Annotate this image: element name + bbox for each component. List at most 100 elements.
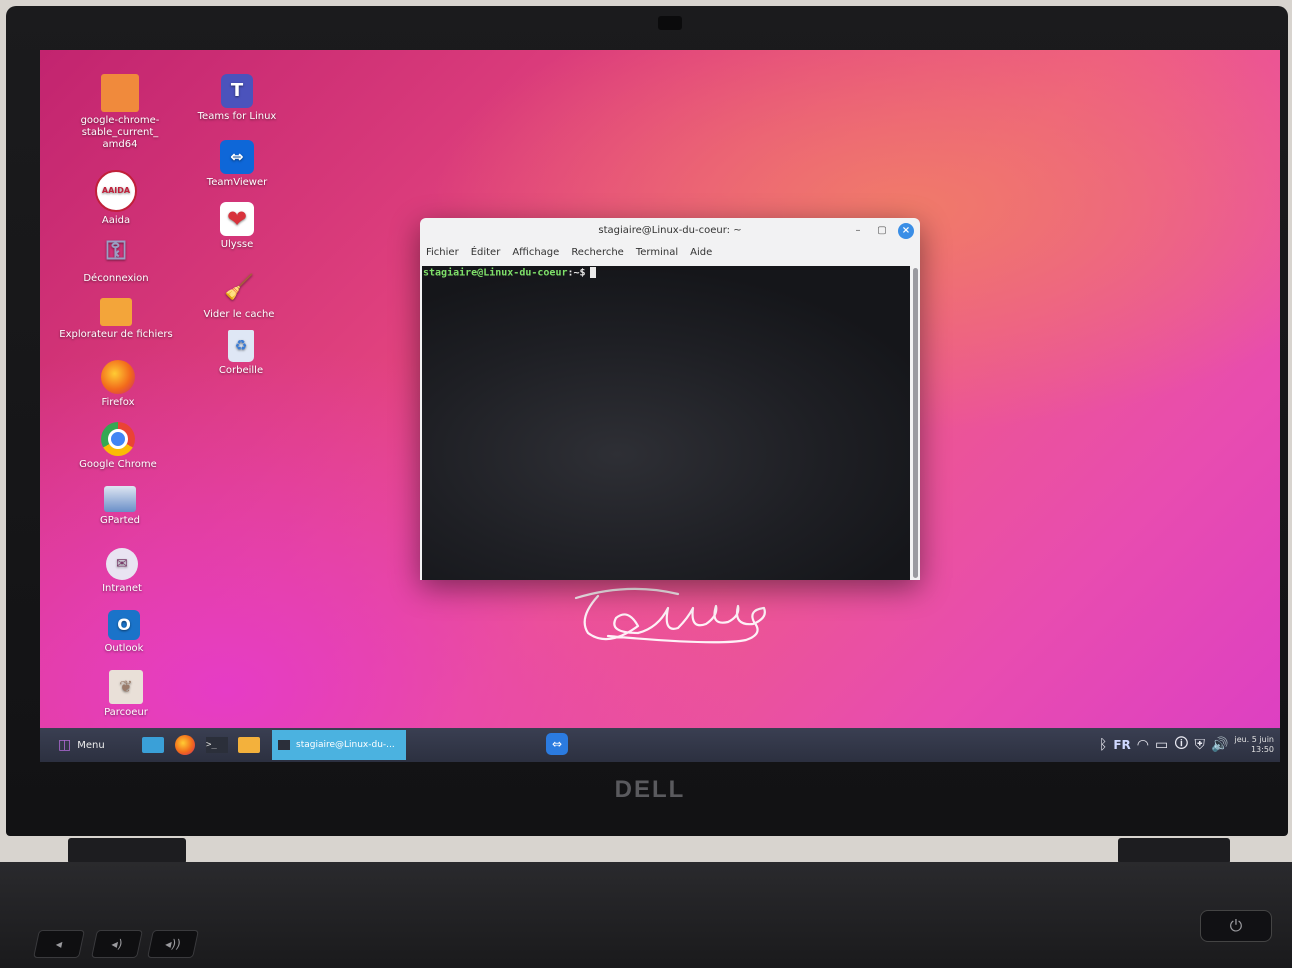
bluetooth-icon[interactable]: ᛒ bbox=[1099, 737, 1107, 753]
terminal-icon: >_ bbox=[206, 737, 228, 753]
volume-icon[interactable]: 🔊 bbox=[1211, 737, 1228, 753]
taskbar-window-label: stagiaire@Linux-du-... bbox=[296, 740, 395, 750]
close-icon[interactable]: × bbox=[898, 223, 914, 239]
files-launcher[interactable] bbox=[236, 733, 262, 757]
shield-icon[interactable]: ⛨ bbox=[1195, 737, 1206, 753]
terminal-titlebar[interactable]: stagiaire@Linux-du-coeur: ~ – ▢ × bbox=[420, 218, 920, 244]
firefox-icon bbox=[101, 360, 135, 394]
window-title: stagiaire@Linux-du-coeur: ~ bbox=[598, 225, 742, 236]
teamviewer-tray-icon[interactable]: ⇔ bbox=[546, 733, 568, 755]
keyboard-layout-indicator[interactable]: FR bbox=[1113, 738, 1130, 752]
file-manager-icon bbox=[100, 298, 132, 326]
folder-icon bbox=[238, 737, 260, 753]
teams-icon: T bbox=[221, 74, 253, 108]
icon-label: Firefox bbox=[101, 397, 135, 408]
icon-label: TeamViewer bbox=[206, 177, 268, 188]
keys-icon: ⚿ bbox=[106, 236, 126, 266]
clock[interactable]: jeu. 5 juin 13:50 bbox=[1234, 735, 1274, 755]
desktop-icon-file-explorer[interactable]: Explorateur de fichiers bbox=[56, 298, 176, 341]
system-tray: ᛒ FR ◠ ▭ 🛈 ⛨ 🔊 jeu. 5 juin 13:50 bbox=[1099, 728, 1274, 762]
terminal-menubar: Fichier Éditer Affichage Recherche Termi… bbox=[420, 244, 920, 262]
icon-label: Google Chrome bbox=[79, 459, 157, 470]
desktop-icon-vider-cache[interactable]: 🧹 Vider le cache bbox=[179, 268, 299, 321]
right-hinge bbox=[1118, 838, 1230, 864]
volume-up-key[interactable]: ◂)) bbox=[147, 930, 199, 958]
taskbar: ◫ Menu >_ stagiaire@Linux-du-... ⇔ ᛒ FR … bbox=[40, 728, 1280, 762]
desktop-icon-teamviewer[interactable]: ⇔ TeamViewer bbox=[177, 140, 297, 189]
desktop-icon-deconnexion[interactable]: ⚿ Déconnexion bbox=[56, 232, 176, 285]
desktop-icon-ulysse[interactable]: ❤ Ulysse bbox=[177, 202, 297, 251]
wifi-icon[interactable]: ◠ bbox=[1137, 737, 1149, 753]
firefox-icon bbox=[175, 735, 195, 755]
prompt-suffix: :~$ bbox=[567, 267, 586, 279]
scrollbar[interactable] bbox=[913, 268, 918, 578]
show-desktop-launcher[interactable] bbox=[140, 733, 166, 757]
menu-fichier[interactable]: Fichier bbox=[426, 244, 459, 262]
prompt-user: stagiaire@Linux-du-coeur bbox=[423, 267, 568, 279]
menu-label: Menu bbox=[77, 739, 105, 751]
icon-label: Vider le cache bbox=[203, 309, 275, 320]
menu-editer[interactable]: Éditer bbox=[471, 244, 501, 262]
update-manager-icon[interactable]: 🛈 bbox=[1174, 733, 1188, 757]
desktop-icon-google-chrome[interactable]: Google Chrome bbox=[58, 422, 178, 471]
desktop-icon-teams[interactable]: T Teams for Linux bbox=[177, 74, 297, 123]
icon-label: GParted bbox=[100, 515, 140, 526]
maximize-icon[interactable]: ▢ bbox=[874, 223, 890, 239]
menu-terminal[interactable]: Terminal bbox=[636, 244, 678, 262]
desktop-icon bbox=[142, 737, 164, 753]
desktop-icon-firefox[interactable]: Firefox bbox=[58, 360, 178, 409]
mute-key[interactable]: ◂ bbox=[33, 930, 85, 958]
menu-recherche[interactable]: Recherche bbox=[571, 244, 624, 262]
desktop-icon-corbeille[interactable]: ♻ Corbeille bbox=[181, 330, 301, 377]
icon-label: Intranet bbox=[102, 583, 142, 594]
trash-icon: ♻ bbox=[228, 330, 254, 362]
icon-label: Corbeille bbox=[218, 365, 264, 376]
taskbar-window-terminal[interactable]: stagiaire@Linux-du-... bbox=[272, 730, 406, 760]
menu-icon: ◫ bbox=[58, 737, 72, 753]
icon-label: Parcoeur bbox=[104, 707, 148, 718]
firefox-launcher[interactable] bbox=[172, 733, 198, 757]
wallpaper-signature bbox=[574, 587, 766, 644]
icon-label: Teams for Linux bbox=[197, 111, 277, 122]
desktop-icon-parcoeur[interactable]: ❦ Parcoeur bbox=[66, 670, 186, 719]
menu-aide[interactable]: Aide bbox=[690, 244, 712, 262]
icon-label: Ulysse bbox=[220, 239, 254, 250]
ulysse-icon: ❤ bbox=[220, 202, 254, 236]
icon-label: google-chrome-stable_current_amd64 bbox=[80, 115, 160, 150]
intranet-icon: ✉ bbox=[106, 548, 138, 580]
desktop-icon-intranet[interactable]: ✉ Intranet bbox=[62, 548, 182, 595]
text-cursor bbox=[589, 267, 596, 278]
gparted-icon bbox=[104, 486, 136, 512]
icon-label: Explorateur de fichiers bbox=[59, 329, 173, 340]
desktop-icon-chrome-installer[interactable]: google-chrome-stable_current_amd64 bbox=[60, 74, 180, 151]
broom-icon: 🧹 bbox=[224, 273, 254, 301]
laptop-lid: google-chrome-stable_current_amd64 AAIDA… bbox=[6, 6, 1288, 836]
dell-logo: DELL bbox=[614, 776, 686, 803]
terminal-output[interactable]: stagiaire@Linux-du-coeur:~$ bbox=[422, 266, 910, 580]
menu-affichage[interactable]: Affichage bbox=[512, 244, 559, 262]
desktop-icon-outlook[interactable]: O Outlook bbox=[64, 610, 184, 655]
webcam bbox=[658, 16, 682, 30]
desktop-icon-aaida[interactable]: AAIDA Aaida bbox=[56, 170, 176, 227]
chrome-icon bbox=[101, 422, 135, 456]
left-hinge bbox=[68, 838, 186, 864]
terminal-launcher[interactable]: >_ bbox=[204, 733, 230, 757]
clock-time: 13:50 bbox=[1250, 745, 1274, 754]
terminal-small-icon bbox=[278, 740, 290, 750]
teamviewer-icon: ⇔ bbox=[220, 140, 254, 174]
battery-icon[interactable]: ▭ bbox=[1155, 737, 1168, 753]
icon-label: Aaida bbox=[101, 215, 131, 226]
parcoeur-icon: ❦ bbox=[109, 670, 143, 704]
desktop-screen: google-chrome-stable_current_amd64 AAIDA… bbox=[40, 50, 1280, 762]
clock-date: jeu. 5 juin bbox=[1234, 735, 1274, 744]
outlook-icon: O bbox=[108, 610, 140, 640]
desktop-icon-gparted[interactable]: GParted bbox=[60, 486, 180, 527]
power-button[interactable]: ⏻ bbox=[1200, 910, 1272, 942]
icon-label: Déconnexion bbox=[83, 273, 149, 284]
volume-down-key[interactable]: ◂) bbox=[91, 930, 143, 958]
start-menu-button[interactable]: ◫ Menu bbox=[40, 737, 140, 753]
aaida-icon: AAIDA bbox=[95, 170, 137, 212]
terminal-window[interactable]: stagiaire@Linux-du-coeur: ~ – ▢ × Fichie… bbox=[420, 218, 920, 580]
icon-label: Outlook bbox=[104, 643, 144, 654]
minimize-icon[interactable]: – bbox=[850, 223, 866, 239]
